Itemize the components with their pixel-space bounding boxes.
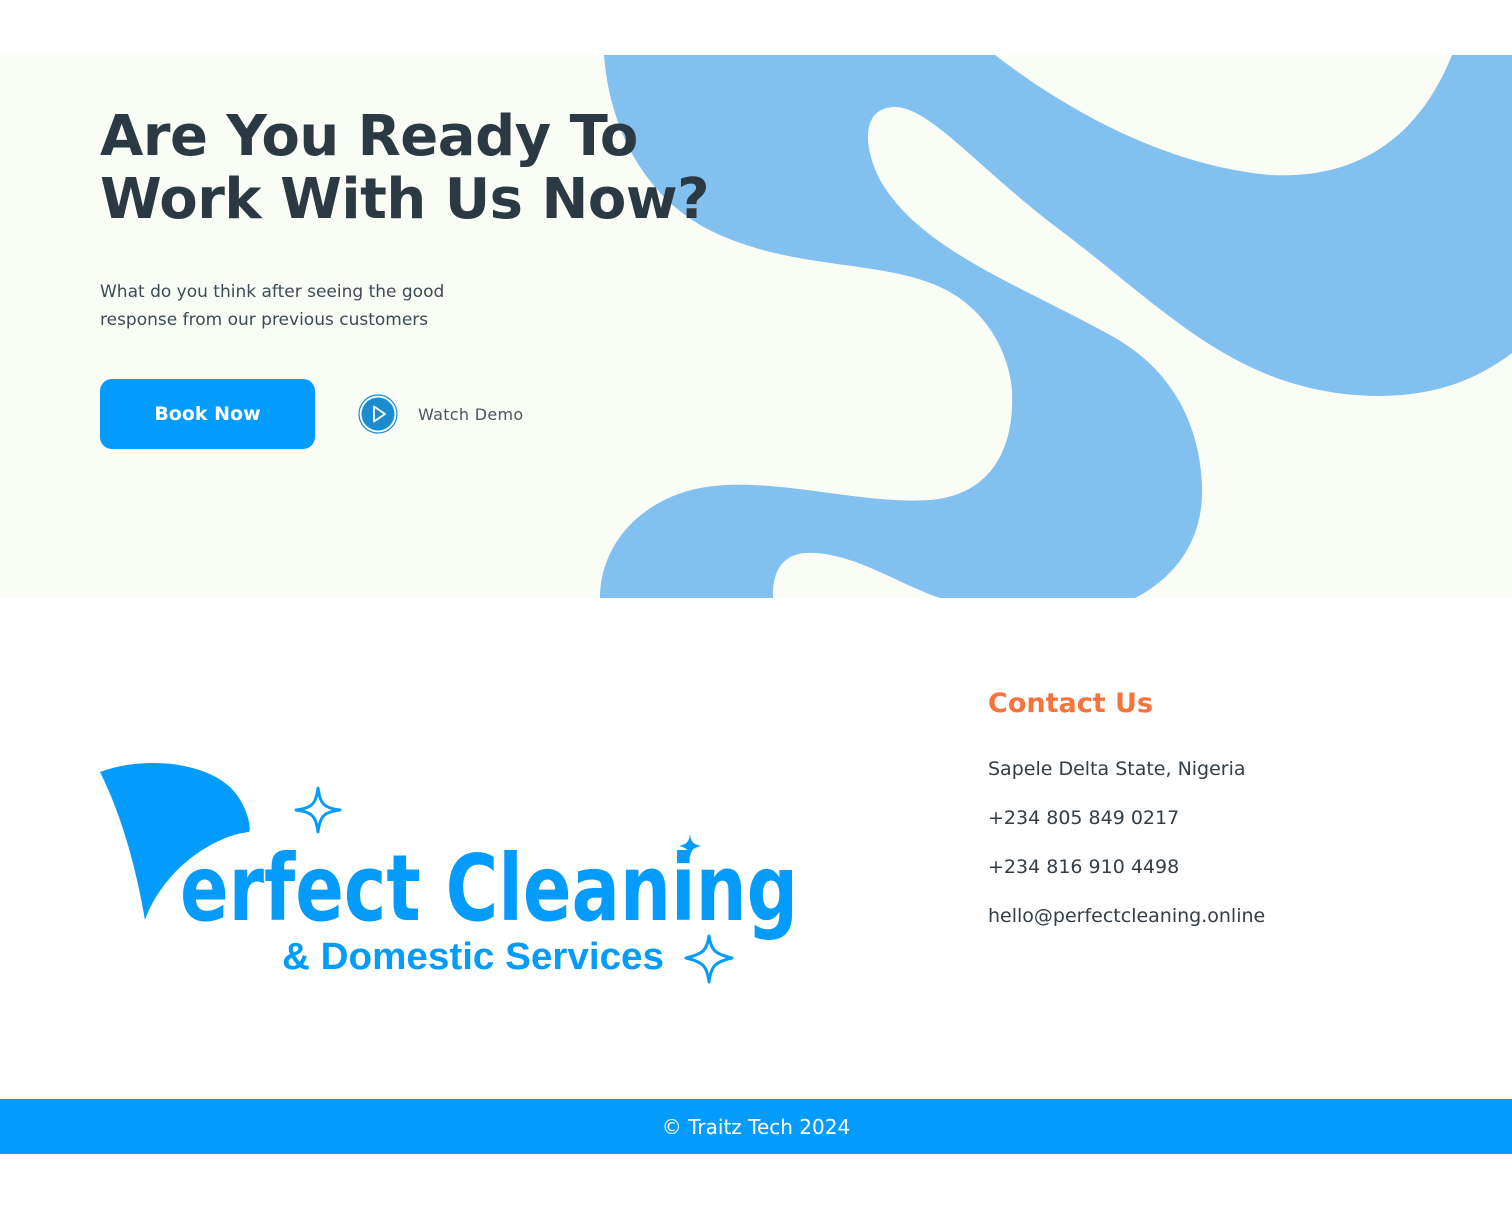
hero-title: Are You Ready To Work With Us Now? [100,104,710,232]
watch-demo-link[interactable]: Watch Demo [358,394,523,434]
logo-tagline: & Domestic Services [282,936,664,978]
copyright-text: © Traitz Tech 2024 [661,1114,851,1139]
hero-title-line-1: Are You Ready To [100,104,638,169]
contact-section: Contact Us Sapele Delta State, Nigeria +… [988,684,1468,955]
contact-title: Contact Us [988,688,1154,719]
contact-address: Sapele Delta State, Nigeria [988,758,1246,780]
watch-demo-label[interactable]: Watch Demo [418,405,523,424]
footer-bar: © Traitz Tech 2024 [0,1099,1512,1154]
hero-subtitle-line-2: response from our previous customers [100,310,429,330]
contact-list: Sapele Delta State, Nigeria +234 805 849… [988,759,1468,955]
company-logo: erfect Cleaning & Domestic Services [100,763,798,984]
cta-hero-section: Are You Ready To Work With Us Now? What … [0,55,1512,598]
book-now-button[interactable]: Book Now [100,379,315,449]
sparkle-icon [294,786,342,834]
hero-subtitle: What do you think after seeing the good … [100,278,520,334]
contact-email[interactable]: hello@perfectcleaning.online [988,906,1468,955]
hero-subtitle-line-1: What do you think after seeing the good [100,282,445,302]
logo-wordmark: erfect Cleaning [180,835,798,942]
contact-phone-2[interactable]: +234 816 910 4498 [988,857,1468,906]
sparkle-icon [684,934,734,984]
hero-title-line-2: Work With Us Now? [100,167,710,232]
contact-phone-1[interactable]: +234 805 849 0217 [988,808,1468,857]
play-icon[interactable] [358,394,398,434]
